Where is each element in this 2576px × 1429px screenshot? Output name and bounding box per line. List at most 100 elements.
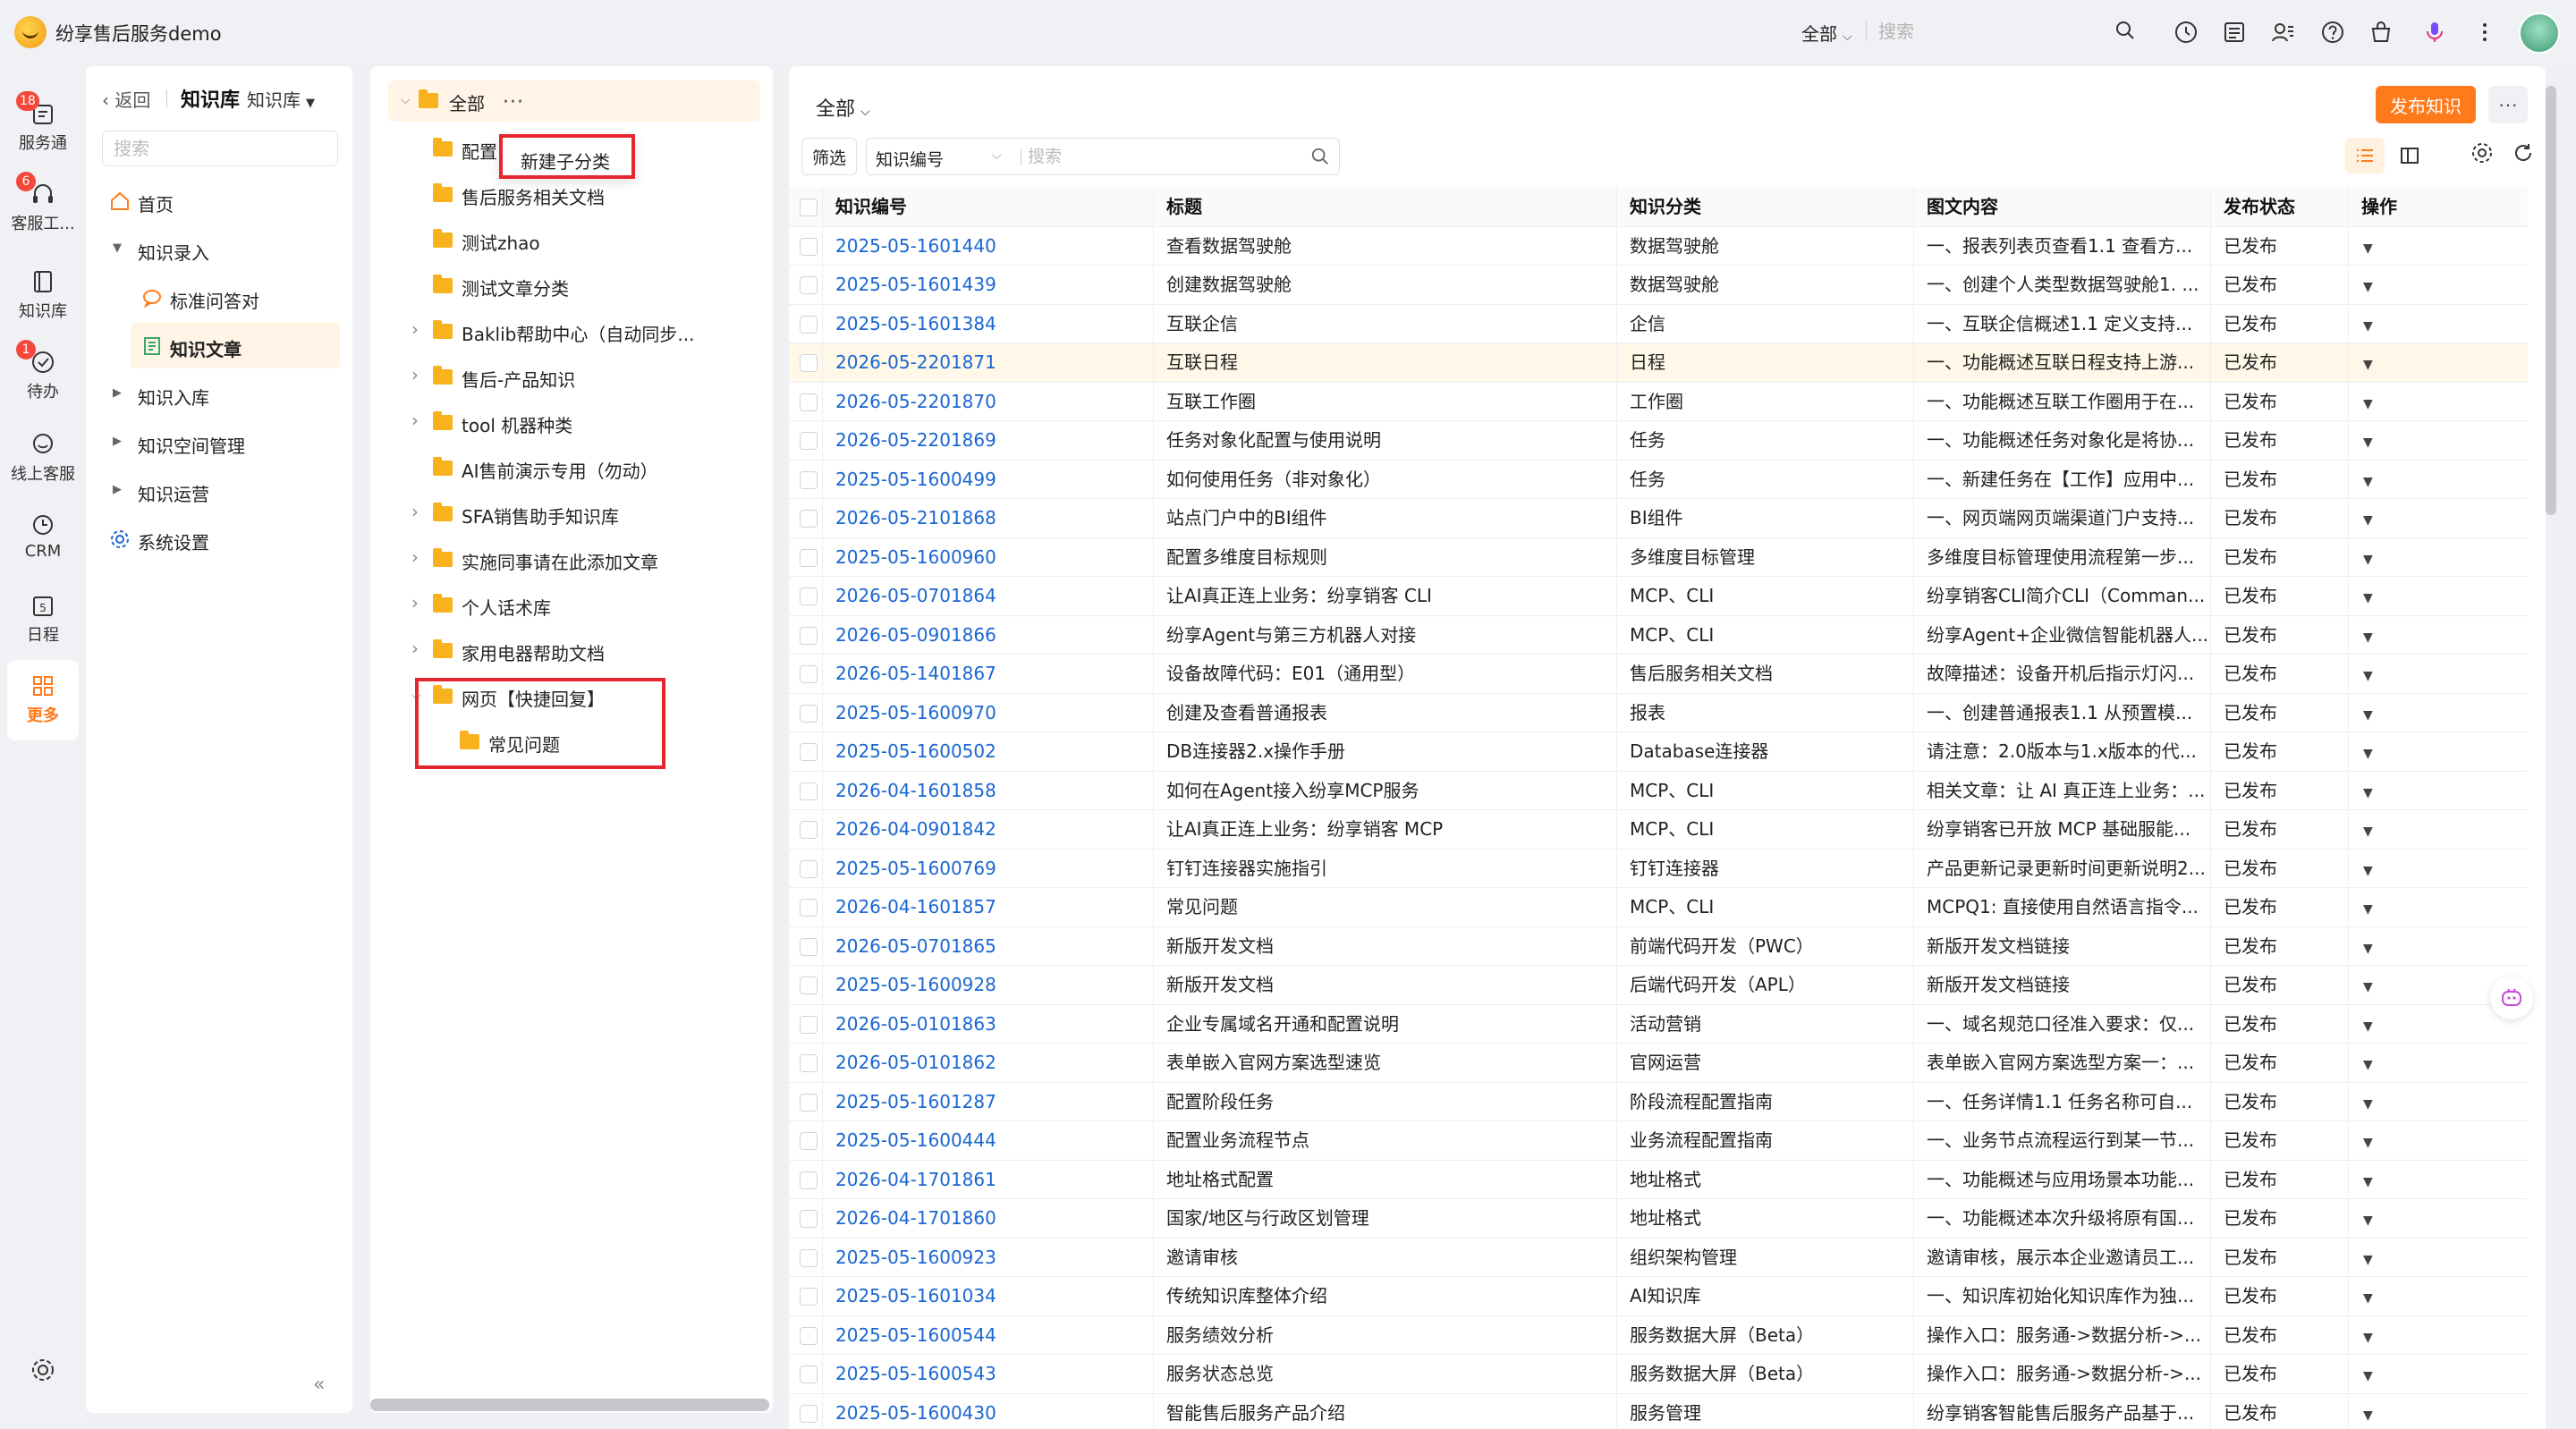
knowledge-id-link[interactable]: 2025-05-1600444 xyxy=(835,1129,996,1151)
list-view-button[interactable] xyxy=(2345,138,2385,173)
category-title-select[interactable]: 全部 ⌵ xyxy=(816,93,870,122)
knowledge-id-link[interactable]: 2026-04-1601858 xyxy=(835,780,996,801)
knowledge-id-link[interactable]: 2025-05-1600544 xyxy=(835,1324,996,1346)
message-icon[interactable] xyxy=(2222,20,2247,45)
caret-right-icon[interactable]: › xyxy=(411,364,419,385)
caret-right-icon[interactable]: › xyxy=(411,592,419,613)
caret-down-icon[interactable]: ▼ xyxy=(2363,397,2373,411)
caret-down-icon[interactable]: ▼ xyxy=(2363,280,2373,294)
refresh-icon[interactable] xyxy=(2512,141,2535,165)
knowledge-search-input[interactable] xyxy=(1028,142,1296,171)
clock-icon[interactable] xyxy=(2174,20,2199,45)
caret-down-icon[interactable]: ▼ xyxy=(2363,513,2373,528)
caret-down-icon[interactable]: ▼ xyxy=(2363,747,2373,761)
table-row[interactable]: 2026-05-0101862 表单嵌入官网方案选型速览 官网运营 表单嵌入官网方案选… xyxy=(789,1044,2528,1083)
knowledge-id-link[interactable]: 2025-05-1600543 xyxy=(835,1363,996,1384)
table-row[interactable]: 2026-05-1401867 设备故障代码：E01（通用型） 售后服务相关文档 故障… xyxy=(789,655,2528,694)
knowledge-id-link[interactable]: 2026-04-1601857 xyxy=(835,896,996,917)
nav-item-knowledge-import[interactable]: ▶ 知识入库 xyxy=(86,374,352,415)
row-checkbox[interactable] xyxy=(800,354,818,372)
tree-more-icon[interactable]: ··· xyxy=(503,91,524,114)
knowledge-id-link[interactable]: 2026-05-0101862 xyxy=(835,1052,996,1073)
table-row[interactable]: 2025-05-1601287 配置阶段任务 阶段流程配置指南 一、任务详情1.1 任… xyxy=(789,1082,2528,1121)
knowledge-id-link[interactable]: 2026-05-1401867 xyxy=(835,663,996,684)
caret-down-icon[interactable]: ▼ xyxy=(2363,358,2373,372)
row-checkbox[interactable] xyxy=(800,1248,818,1267)
search-icon[interactable] xyxy=(2114,20,2136,41)
search-field-select[interactable]: 知识编号 xyxy=(876,147,944,171)
rail-item-crm[interactable]: CRM xyxy=(0,512,86,561)
caret-down-icon[interactable]: ▼ xyxy=(2363,1175,2373,1189)
knowledge-id-link[interactable]: 2025-05-1600960 xyxy=(835,546,996,568)
table-row[interactable]: 2026-05-2201870 互联工作圈 工作圈 一、功能概述互联工作圈用于在...… xyxy=(789,382,2528,421)
row-checkbox[interactable] xyxy=(800,1015,818,1034)
table-row[interactable]: 2026-05-0701865 新版开发文档 前端代码开发（PWC） 新版开发文档链接… xyxy=(789,926,2528,966)
caret-down-icon[interactable]: ▼ xyxy=(2363,708,2373,723)
column-header[interactable]: 操作 xyxy=(2349,188,2528,226)
row-checkbox[interactable] xyxy=(800,821,818,839)
caret-down-icon[interactable]: ▼ xyxy=(2363,824,2373,839)
rail-item-calendar[interactable]: 5 日程 xyxy=(0,592,86,646)
table-row[interactable]: 2025-05-1600502 DB连接器2.x操作手册 Database连接器 请注… xyxy=(789,732,2528,772)
settings-icon[interactable] xyxy=(30,1357,55,1382)
table-row[interactable]: 2025-05-1600923 邀请审核 组织架构管理 邀请审核，展示本企业邀请员工.… xyxy=(789,1238,2528,1277)
caret-down-icon[interactable]: ▼ xyxy=(2363,630,2373,645)
caret-down-icon[interactable]: ▼ xyxy=(2363,980,2373,994)
caret-right-icon[interactable]: › xyxy=(411,318,419,340)
card-view-button[interactable] xyxy=(2390,138,2429,173)
table-row[interactable]: 2025-05-1601440 查看数据驾驶舱 数据驾驶舱 一、报表列表页查看1.1 … xyxy=(789,226,2528,266)
caret-down-icon[interactable]: ▼ xyxy=(2363,241,2373,256)
row-checkbox[interactable] xyxy=(800,548,818,567)
filter-button[interactable]: 筛选 xyxy=(801,138,857,175)
rail-item-customer-service[interactable]: 6 客服工... xyxy=(0,172,86,234)
row-checkbox[interactable] xyxy=(800,1132,818,1150)
nav-item-knowledge-entry[interactable]: ▼ 知识录入 xyxy=(86,229,352,270)
caret-down-icon[interactable]: ▼ xyxy=(2363,1097,2373,1112)
table-row[interactable]: 2025-05-1600430 智能售后服务产品介绍 服务管理 纷享销客智能售后服务产… xyxy=(789,1393,2528,1429)
table-row[interactable]: 2025-05-1600769 钉钉连接器实施指引 钉钉连接器 产品更新记录更新时间更… xyxy=(789,849,2528,888)
knowledge-id-link[interactable]: 2025-05-1601034 xyxy=(835,1285,996,1306)
rail-item-knowledge[interactable]: 知识库 xyxy=(0,268,86,322)
table-row[interactable]: 2026-04-1601857 常见问题 MCP、CLI MCPQ1: 直接使用自然语… xyxy=(789,888,2528,927)
nav-item-home[interactable]: 首页 xyxy=(86,181,352,222)
table-row[interactable]: 2025-05-1600543 服务状态总览 服务数据大屏（Beta） 操作入口：服务… xyxy=(789,1355,2528,1394)
knowledge-id-link[interactable]: 2026-05-2201871 xyxy=(835,351,996,373)
nav-item-standard-qa[interactable]: 标准问答对 xyxy=(86,277,352,318)
new-subcategory-menu-item[interactable]: 新建子分类 xyxy=(499,134,635,179)
contacts-icon[interactable] xyxy=(2270,20,2295,45)
column-header[interactable]: 图文内容 xyxy=(1914,188,2211,226)
knowledge-id-link[interactable]: 2025-05-1601440 xyxy=(835,235,996,257)
table-row[interactable]: 2026-04-1701860 国家/地区与行政区划管理 地址格式 一、功能概述本次升… xyxy=(789,1199,2528,1239)
caret-down-icon[interactable]: ▼ xyxy=(2363,591,2373,605)
back-button[interactable]: ‹ 返回 xyxy=(102,86,150,112)
table-row[interactable]: 2026-05-0701864 让AI真正连上业务：纷享销客 CLI MCP、CLI… xyxy=(789,577,2528,616)
table-row[interactable]: 2025-05-1600499 如何使用任务（非对象化） 任务 一、新建任务在【工作】… xyxy=(789,460,2528,499)
knowledge-id-link[interactable]: 2025-05-1601384 xyxy=(835,313,996,334)
knowledge-id-link[interactable]: 2026-05-0101863 xyxy=(835,1013,996,1035)
rail-item-online-service[interactable]: 线上客服 xyxy=(0,431,86,485)
knowledge-id-link[interactable]: 2026-05-0701864 xyxy=(835,585,996,606)
mic-icon[interactable] xyxy=(2422,20,2447,45)
knowledge-id-link[interactable]: 2025-05-1600923 xyxy=(835,1247,996,1268)
more-vertical-icon[interactable] xyxy=(2472,20,2497,45)
knowledge-id-link[interactable]: 2025-05-1601439 xyxy=(835,274,996,295)
caret-down-icon[interactable]: ▼ xyxy=(2363,1136,2373,1150)
knowledge-id-link[interactable]: 2026-05-2201869 xyxy=(835,429,996,451)
knowledge-id-link[interactable]: 2026-05-2201870 xyxy=(835,391,996,412)
knowledge-id-link[interactable]: 2025-05-1600970 xyxy=(835,702,996,723)
column-header[interactable]: 标题 xyxy=(1154,188,1617,226)
table-row[interactable]: 2025-05-1601384 互联企信 企信 一、互联企信概述1.1 定义支持...… xyxy=(789,304,2528,343)
knowledge-id-link[interactable]: 2026-05-0701865 xyxy=(835,935,996,957)
nav-item-system-settings[interactable]: 系统设置 xyxy=(86,519,352,560)
nav-search-input[interactable] xyxy=(102,131,338,166)
table-row[interactable]: 2026-04-1701861 地址格式配置 地址格式 一、功能概述与应用场景本功能.… xyxy=(789,1160,2528,1199)
caret-down-icon[interactable]: ▼ xyxy=(2363,1291,2373,1306)
column-settings-icon[interactable] xyxy=(2470,141,2494,165)
knowledge-id-link[interactable]: 2026-05-2101868 xyxy=(835,507,996,528)
table-row[interactable]: 2025-05-1600544 服务绩效分析 服务数据大屏（Beta） 操作入口：服务… xyxy=(789,1315,2528,1355)
table-row[interactable]: 2026-05-2201871 互联日程 日程 一、功能概述互联日程支持上游... 已发… xyxy=(789,343,2528,383)
table-row[interactable]: 2026-05-0901866 纷享Agent与第三方机器人对接 MCP、CLI 纷享… xyxy=(789,615,2528,655)
row-checkbox[interactable] xyxy=(800,1404,818,1423)
table-row[interactable]: 2026-04-0901842 让AI真正连上业务：纷享销客 MCP MCP、CLI… xyxy=(789,810,2528,850)
vertical-scrollbar[interactable] xyxy=(2546,86,2556,515)
